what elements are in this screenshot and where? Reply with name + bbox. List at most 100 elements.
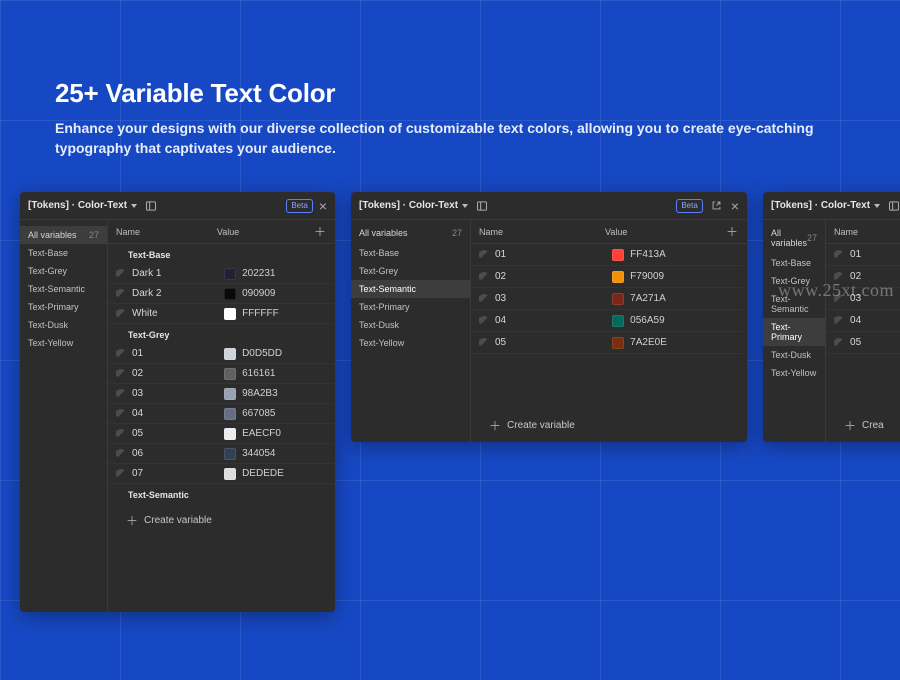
color-swatch [224,368,236,380]
tokens-panel-semantic: [Tokens] · Color-Text Beta × All variabl… [351,192,747,442]
table-row[interactable]: 03 [826,288,900,310]
panel-sidebar: All variables 27 Text-BaseText-GreyText-… [763,220,826,442]
sidebar-item-text-base[interactable]: Text-Base [351,244,470,262]
table-row[interactable]: Dark 1202231 [108,264,335,284]
table-row[interactable]: 04 [826,310,900,332]
close-icon[interactable]: × [319,199,327,213]
row-name: White [132,308,158,319]
panel-title[interactable]: [Tokens] · Color-Text [771,200,880,211]
variable-type-icon [116,429,126,439]
sidebar-toggle-icon[interactable] [886,198,900,214]
table-row[interactable]: 05 [826,332,900,354]
sidebar-item-text-dusk[interactable]: Text-Dusk [763,346,825,364]
panel-title[interactable]: [Tokens] · Color-Text [28,200,137,211]
table-row[interactable]: WhiteFFFFFF [108,304,335,324]
sidebar-toggle-icon[interactable] [474,198,490,214]
create-variable-button[interactable]: ＋ Crea [826,409,900,442]
table-row[interactable]: 07DEDEDE [108,464,335,484]
row-value: EAECF0 [242,428,281,439]
table-row[interactable]: Dark 2090909 [108,284,335,304]
sidebar-item-text-base[interactable]: Text-Base [20,244,107,262]
row-name: Dark 2 [132,288,161,299]
table-row[interactable]: 0398A2B3 [108,384,335,404]
page-subtitle: Enhance your designs with our diverse co… [55,118,845,159]
table-row[interactable]: 04667085 [108,404,335,424]
row-value: 202231 [242,268,275,279]
color-swatch [612,249,624,261]
sidebar-item-text-grey[interactable]: Text-Grey [351,262,470,280]
col-value: Value [605,227,725,237]
panel-sidebar: All variables 27 Text-BaseText-GreyText-… [20,220,108,612]
row-name: 05 [850,337,861,348]
sidebar-item-text-semantic[interactable]: Text-Semantic [351,280,470,298]
create-variable-button[interactable]: ＋ Create variable [471,409,747,442]
create-variable-button[interactable]: ＋Create variable [108,504,335,537]
panel-title[interactable]: [Tokens] · Color-Text [359,200,468,211]
variable-type-icon [116,269,126,279]
tokens-panel-primary: [Tokens] · Color-Text All variables 27 T… [763,192,900,442]
variable-count: 27 [807,233,817,243]
popout-icon[interactable] [709,198,725,214]
table-header: Name Value ＋ [471,220,747,244]
table-header: Name [826,220,900,244]
add-column-icon[interactable]: ＋ [313,223,327,240]
sidebar-item-text-yellow[interactable]: Text-Yellow [351,334,470,352]
table-row[interactable]: 01 [826,244,900,266]
col-name: Name [834,227,900,237]
col-value: Value [217,227,313,237]
variable-type-icon [479,294,489,304]
row-name: 03 [850,293,861,304]
sidebar-item-text-grey[interactable]: Text-Grey [20,262,107,280]
variable-type-icon [834,250,844,260]
chevron-down-icon [874,204,880,208]
row-name: 04 [495,315,506,326]
plus-icon: ＋ [489,417,501,434]
sidebar-item-text-primary[interactable]: Text-Primary [351,298,470,316]
close-icon[interactable]: × [731,199,739,213]
row-value: 616161 [242,368,275,379]
color-swatch [224,428,236,440]
table-row[interactable]: 02 [826,266,900,288]
sidebar-item-text-yellow[interactable]: Text-Yellow [20,334,107,352]
variable-type-icon [479,272,489,282]
sidebar-title: All variables [771,228,807,248]
table-row[interactable]: 05EAECF0 [108,424,335,444]
table-row[interactable]: 06344054 [108,444,335,464]
sidebar-item-text-base[interactable]: Text-Base [763,254,825,272]
variable-type-icon [116,409,126,419]
row-value: D0D5DD [242,348,282,359]
table-row[interactable]: 057A2E0E [471,332,747,354]
table-row[interactable]: 01 D0D5DD [108,344,335,364]
sidebar-item-text-semantic[interactable]: Text-Semantic [20,280,107,298]
sidebar-item-text-dusk[interactable]: Text-Dusk [351,316,470,334]
panel-title-text: [Tokens] · Color-Text [28,200,127,211]
variable-type-icon [116,469,126,479]
row-value: 7A2E0E [630,337,667,348]
variable-type-icon [116,369,126,379]
row-value: FF413A [630,249,666,260]
row-name: 01 [132,348,143,359]
sidebar-item-text-dusk[interactable]: Text-Dusk [20,316,107,334]
sidebar-toggle-icon[interactable] [143,198,159,214]
table-row[interactable]: 02F79009 [471,266,747,288]
table-row[interactable]: 01FF413A [471,244,747,266]
panel-sidebar: All variables 27 Text-BaseText-GreyText-… [351,220,471,442]
sidebar-item-text-yellow[interactable]: Text-Yellow [763,364,825,382]
page-title: 25+ Variable Text Color [55,78,335,109]
sidebar-header: All variables 27 [351,226,470,244]
variable-count: 27 [89,230,99,240]
row-name: 04 [850,315,861,326]
panel-header: [Tokens] · Color-Text Beta × [20,192,335,220]
sidebar-item-text-primary[interactable]: Text-Primary [20,298,107,316]
sidebar-item-text-primary[interactable]: Text-Primary [763,318,825,346]
table-row[interactable]: 037A271A [471,288,747,310]
table-row[interactable]: 04056A59 [471,310,747,332]
table-row[interactable]: 02616161 [108,364,335,384]
row-name: 03 [495,293,506,304]
sidebar-item-text-grey[interactable]: Text-Grey [763,272,825,290]
chevron-down-icon [462,204,468,208]
add-column-icon[interactable]: ＋ [725,223,739,240]
row-value: 667085 [242,408,275,419]
sidebar-item-text-semantic[interactable]: Text-Semantic [763,290,825,318]
col-name: Name [116,227,217,237]
